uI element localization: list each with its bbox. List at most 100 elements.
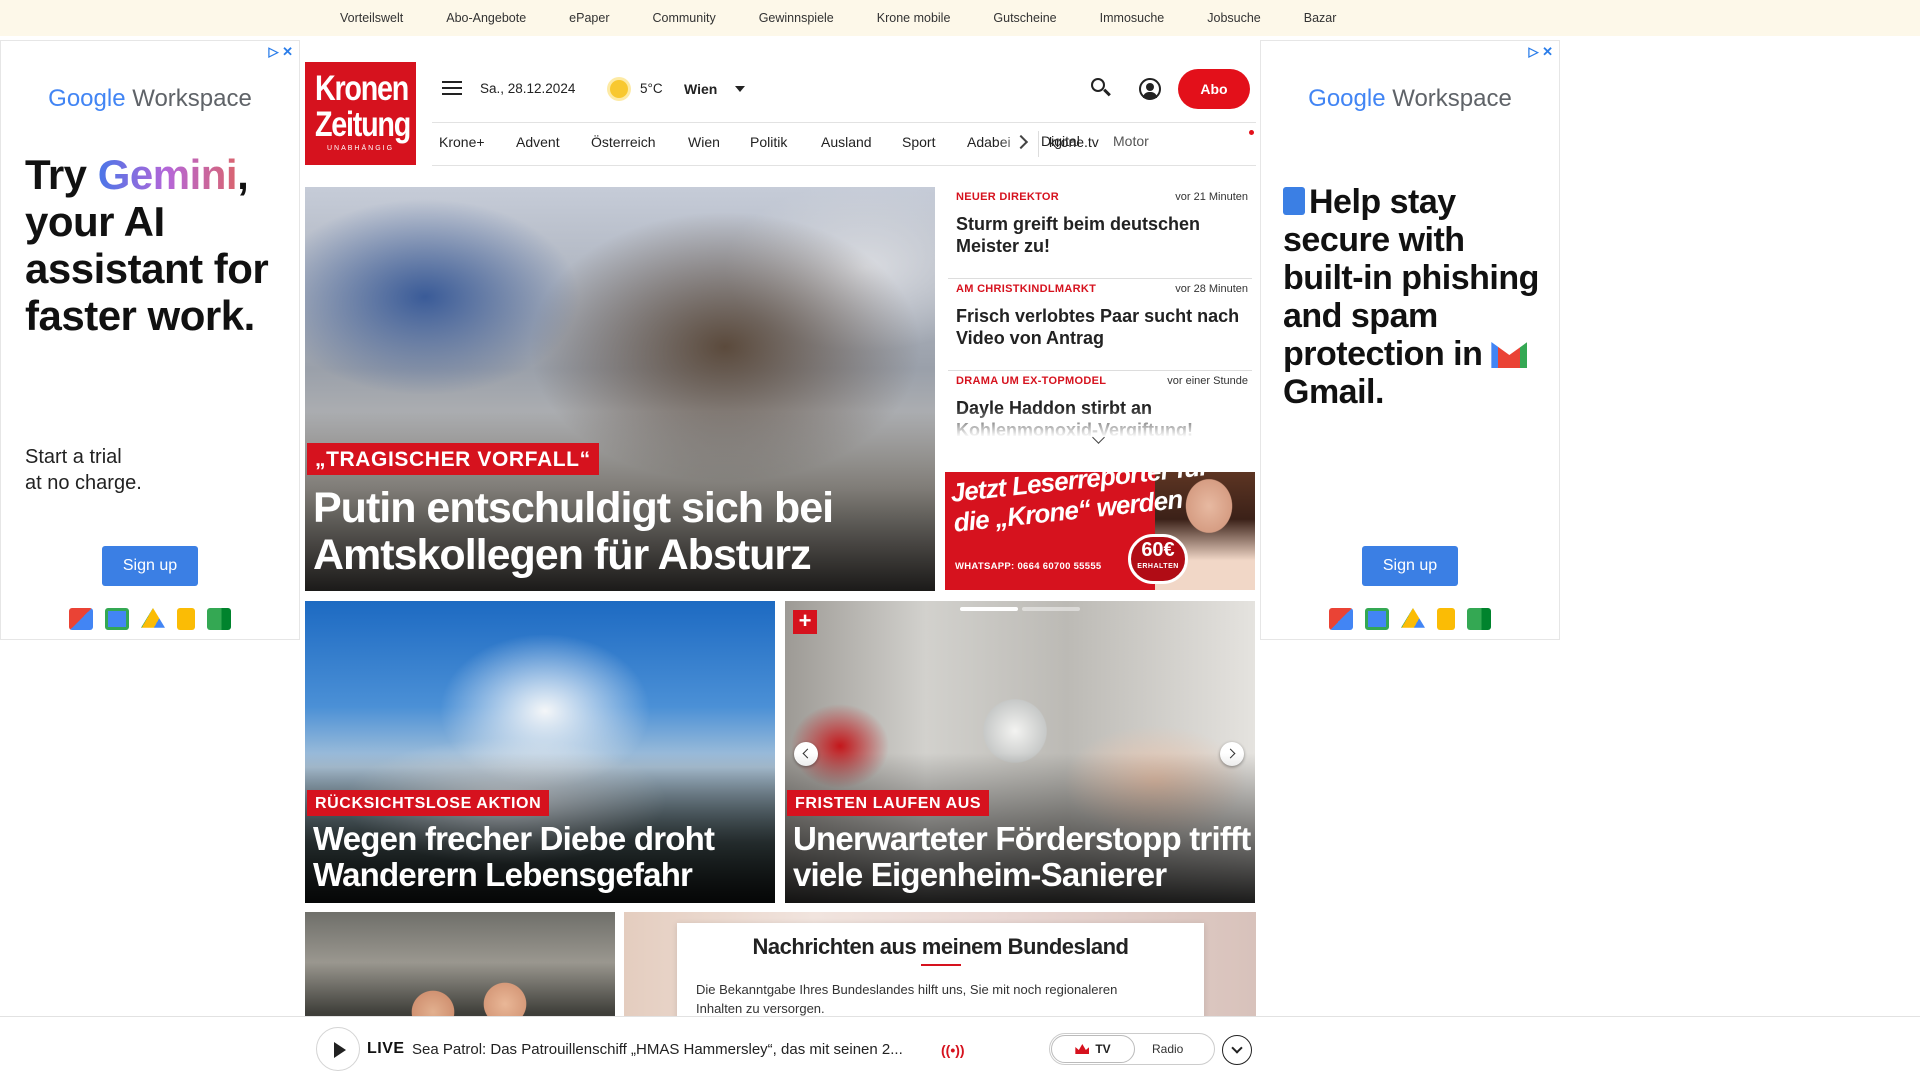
side-news-time: vor einer Stunde [1167, 375, 1248, 387]
card-kicker: FRISTEN LAUFEN AUS [787, 790, 990, 816]
side-news-category: DRAMA UM EX-TOPMODEL [956, 375, 1107, 387]
side-news-item[interactable]: NEUER DIREKTOR vor 21 Minuten Sturm grei… [948, 187, 1252, 279]
expand-player-button[interactable] [1222, 1035, 1252, 1065]
reward-unit: ERHALTEN [1137, 563, 1179, 570]
hero-article[interactable]: „TRAGISCHER VORFALL“ Putin entschuldigt … [305, 187, 935, 591]
media-toggle: TV Radio [1049, 1033, 1215, 1065]
utility-link-immosuche[interactable]: Immosuche [1100, 11, 1187, 25]
side-news-title[interactable]: Sturm greift beim deutschen Meister zu! [956, 213, 1246, 257]
workspace-wordmark: Workspace [1392, 85, 1512, 112]
utility-link-community[interactable]: Community [652, 11, 737, 25]
whatsapp-number: WHATSAPP: 0664 60700 55555 [955, 561, 1102, 572]
nav-item-politik[interactable]: Politik [750, 134, 787, 150]
nav-item-krone-plus[interactable]: Krone+ [439, 134, 485, 150]
tv-toggle[interactable]: TV [1051, 1035, 1135, 1063]
ad-choices-icon[interactable]: ▷ ✕ [268, 44, 293, 60]
nav-item-digital[interactable]: Digital [1041, 133, 1080, 149]
utility-link-gutscheine[interactable]: Gutscheine [993, 11, 1078, 25]
title-underline [921, 964, 961, 966]
gmail-icon [69, 608, 93, 630]
search-icon[interactable] [1091, 78, 1111, 98]
lock-icon [1283, 187, 1305, 215]
bundesland-title: Nachrichten aus meinem Bundesland [752, 934, 1129, 959]
temperature: 5°C [640, 81, 663, 96]
nav-item-ausland[interactable]: Ausland [821, 134, 872, 150]
ad-headline: Try Gemini, your AI assistant for faster… [25, 151, 299, 339]
nav-item-advent[interactable]: Advent [516, 134, 560, 150]
calendar-icon [105, 608, 129, 630]
radio-toggle[interactable]: Radio [1152, 1042, 1183, 1056]
broadcast-icon: ((•)) [941, 1042, 965, 1058]
utility-link-vorteilswelt[interactable]: Vorteilswelt [340, 11, 425, 25]
ad-choices-icon[interactable]: ▷ ✕ [1528, 44, 1553, 60]
live-player-bar: LIVE Sea Patrol: Das Patrouillenschiff „… [0, 1016, 1920, 1080]
nav-item-oesterreich[interactable]: Österreich [591, 134, 656, 150]
chevron-down-icon[interactable] [735, 86, 745, 92]
reward-value: 60€ [1141, 539, 1175, 561]
side-news-list: NEUER DIREKTOR vor 21 Minuten Sturm grei… [948, 187, 1252, 440]
calendar-icon [1365, 608, 1389, 630]
krone-plus-icon: + [793, 610, 817, 634]
crown-icon [1075, 1044, 1090, 1054]
utility-link-gewinnspiele[interactable]: Gewinnspiele [759, 11, 856, 25]
side-news-title[interactable]: Frisch verlobtes Paar sucht nach Video v… [956, 305, 1246, 349]
workspace-app-icons [1261, 608, 1559, 630]
logo-line-1: Kronen [314, 69, 409, 108]
ad-left[interactable]: ▷ ✕ Google Workspace Try Gemini, your AI… [0, 40, 300, 640]
hero-kicker: „TRAGISCHER VORFALL“ [307, 443, 599, 475]
tv-label: TV [1095, 1042, 1111, 1056]
ad-signup-button[interactable]: Sign up [1362, 546, 1458, 586]
workspace-wordmark: Workspace [132, 85, 252, 112]
ad-headline-gmail: Gmail. [1283, 373, 1384, 411]
card-kicker: RÜCKSICHTSLOSE AKTION [307, 790, 550, 816]
side-news-time: vor 21 Minuten [1175, 191, 1248, 203]
logo-tagline: UNABHÄNGIG [326, 145, 395, 152]
card-headline[interactable]: Wegen frecher Diebe droht Wanderern Lebe… [313, 821, 773, 893]
utility-link-jobsuche[interactable]: Jobsuche [1207, 11, 1283, 25]
side-news-item[interactable]: AM CHRISTKINDLMARKT vor 28 Minuten Frisc… [948, 279, 1252, 371]
drive-icon [1401, 608, 1425, 628]
side-news-time: vor 28 Minuten [1175, 283, 1248, 295]
google-workspace-logo: Google Workspace [1, 85, 299, 113]
utility-link-abo-angebote[interactable]: Abo-Angebote [446, 11, 548, 25]
live-indicator-dot [1249, 130, 1254, 135]
drive-icon [141, 608, 165, 628]
nav-item-motor[interactable]: Motor [1113, 133, 1149, 149]
google-wordmark: Google [1308, 85, 1386, 112]
krone-logo[interactable]: Kronen Zeitung UNABHÄNGIG [305, 62, 416, 165]
meet-icon [207, 608, 231, 630]
article-card[interactable]: RÜCKSICHTSLOSE AKTION Wegen frecher Dieb… [305, 601, 775, 903]
bundesland-text: Die Bekanntgabe Ihres Bundeslandes hilft… [696, 982, 1118, 1016]
article-carousel-card[interactable]: + FRISTEN LAUFEN AUS Unerwarteter Förder… [785, 601, 1255, 903]
hamburger-menu-icon[interactable] [442, 81, 462, 97]
utility-link-krone-mobile[interactable]: Krone mobile [877, 11, 973, 25]
utility-link-epaper[interactable]: ePaper [569, 11, 631, 25]
live-program-title[interactable]: Sea Patrol: Das Patrouillenschiff „HMAS … [412, 1041, 903, 1058]
docs-icon [177, 608, 195, 630]
utility-link-bazar[interactable]: Bazar [1304, 11, 1359, 25]
nav-item-sport[interactable]: Sport [902, 134, 935, 150]
meet-icon [1467, 608, 1491, 630]
city-selector[interactable]: Wien [684, 81, 717, 97]
ad-signup-button[interactable]: Sign up [102, 546, 198, 586]
side-news-category: NEUER DIREKTOR [956, 191, 1060, 203]
utility-links: Vorteilswelt Abo-Angebote ePaper Communi… [340, 11, 1379, 25]
hero-headline[interactable]: Putin entschuldigt sich bei Amtskollegen… [313, 485, 923, 579]
live-label: LIVE [367, 1040, 405, 1057]
utility-bar: Vorteilswelt Abo-Angebote ePaper Communi… [0, 0, 1920, 36]
card-headline[interactable]: Unerwarteter Förderstopp trifft viele Ei… [793, 821, 1253, 893]
side-news-category: AM CHRISTKINDLMARKT [956, 283, 1097, 295]
abo-button[interactable]: Abo [1178, 69, 1250, 109]
user-account-icon[interactable] [1139, 78, 1161, 100]
logo-line-2: Zeitung [314, 105, 411, 144]
ad-headline-try: Try [25, 151, 87, 198]
play-button[interactable] [316, 1027, 360, 1071]
docs-icon [1437, 608, 1455, 630]
nav-item-wien[interactable]: Wien [688, 134, 720, 150]
leserreporter-banner[interactable]: Jetzt Leserreporter für die „Krone“ werd… [945, 472, 1255, 590]
current-date: Sa., 28.12.2024 [480, 81, 576, 96]
gmail-icon [1491, 342, 1528, 368]
google-wordmark: Google [48, 85, 126, 112]
ad-right[interactable]: ▷ ✕ Google Workspace Help stay secure wi… [1260, 40, 1560, 640]
sun-icon [610, 80, 628, 98]
